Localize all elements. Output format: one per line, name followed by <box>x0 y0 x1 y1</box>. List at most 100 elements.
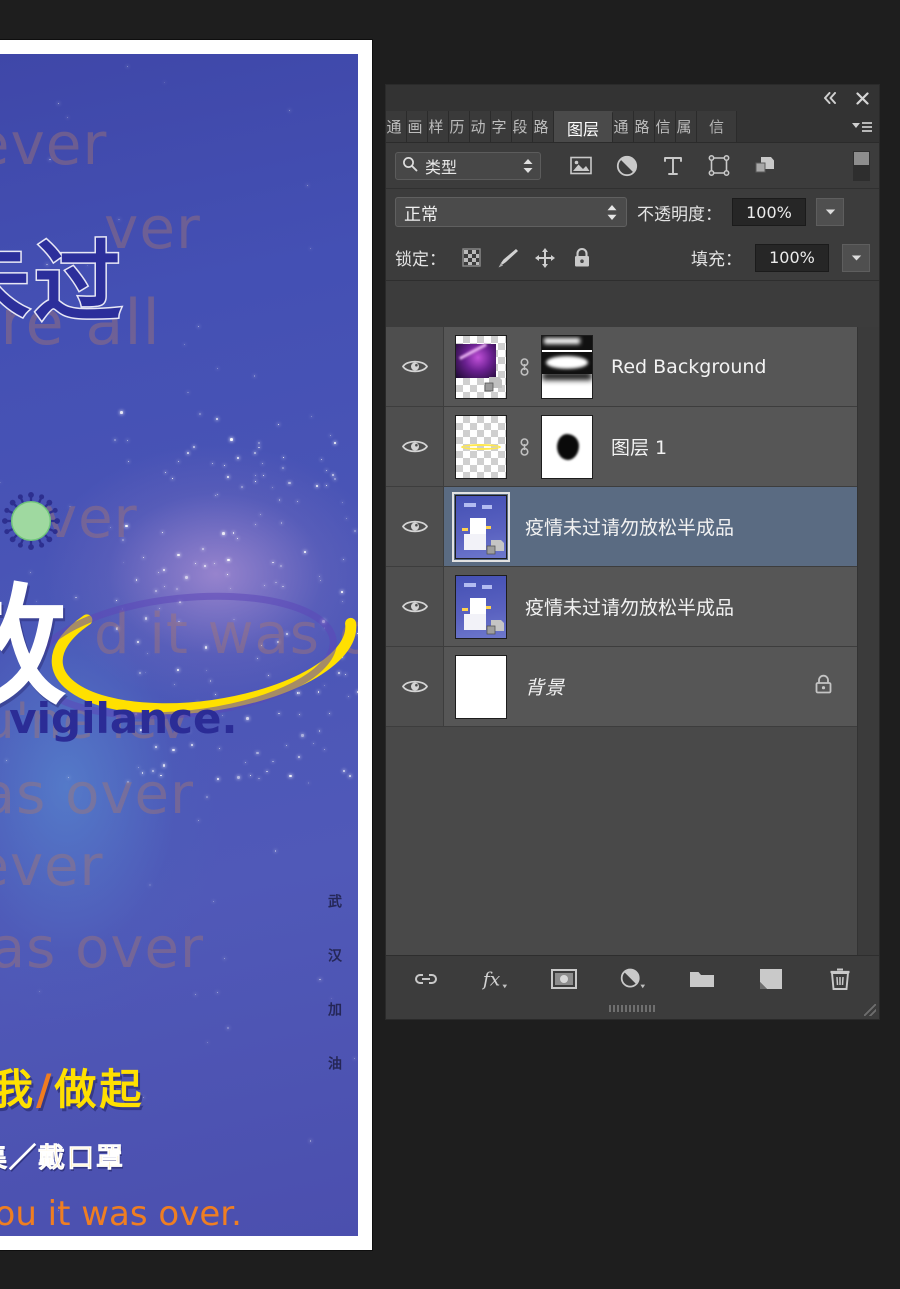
fill-dropdown-chevron-down-icon[interactable] <box>842 243 870 272</box>
layer-visibility-eye-icon[interactable] <box>386 647 444 726</box>
layer-style-fx-icon[interactable]: fx <box>482 966 508 992</box>
lock-label: 锁定： <box>395 250 446 270</box>
tab-truncated-10[interactable]: 信 <box>655 111 677 142</box>
poster-tagline-en: d you it was over. <box>0 1194 242 1234</box>
stepper-updown-icon[interactable] <box>522 158 534 174</box>
tab-truncated-9[interactable]: 路 <box>634 111 656 142</box>
layer-list-scrollbar[interactable] <box>857 327 879 955</box>
layer-name[interactable]: 疫情未过请勿放松半成品 <box>525 593 734 620</box>
layer-thumbnails <box>444 414 593 479</box>
panel-tabbar[interactable]: 通 画 样 历 动 字 段 路 图层 通 路 信 属 信 <box>386 111 879 143</box>
smart-object-filter-icon[interactable] <box>753 154 777 178</box>
layer-locked-padlock-icon <box>814 674 833 699</box>
add-layer-mask-icon[interactable] <box>550 966 577 992</box>
lock-all-padlock-icon[interactable] <box>570 246 594 270</box>
filter-enable-toggle[interactable] <box>853 150 870 181</box>
watermark-ver-3: d it was over <box>94 602 358 667</box>
layer-visibility-eye-icon[interactable] <box>386 407 444 486</box>
layer-visibility-eye-icon[interactable] <box>386 567 444 646</box>
layers-panel[interactable]: 通 画 样 历 动 字 段 路 图层 通 路 信 属 信 类型 正常 不透明度：… <box>385 84 880 1020</box>
layers-panel-bottom-toolbar: fx <box>386 955 879 1019</box>
search-icon <box>402 156 418 176</box>
table-row[interactable]: 背景 <box>386 647 879 727</box>
shape-layer-filter-icon[interactable] <box>707 154 731 178</box>
close-icon[interactable] <box>853 89 871 107</box>
layer-name[interactable]: Red Background <box>611 356 767 378</box>
layer-thumbnails <box>444 574 507 639</box>
adjustment-layer-filter-icon[interactable] <box>615 154 639 178</box>
tab-truncated-6[interactable]: 段 <box>512 111 533 142</box>
table-row[interactable]: Red Background <box>386 327 879 407</box>
layer-thumbnail[interactable] <box>455 654 507 719</box>
layer-mask-thumbnail[interactable] <box>541 334 593 399</box>
tab-label-3: 历 <box>449 118 465 136</box>
layer-thumbnail[interactable] <box>452 491 510 562</box>
layer-thumbnails <box>444 334 593 399</box>
lock-image-pixels-brush-icon[interactable] <box>496 246 520 270</box>
delete-layer-trash-icon[interactable] <box>827 966 853 992</box>
slogan-part-b: 做起 <box>54 1065 145 1114</box>
table-row[interactable]: 疫情未过请勿放松半成品 <box>386 487 879 567</box>
fill-label: 填充： <box>691 250 742 270</box>
poster-document-frame[interactable]: never ver u're all ver d it was over nu'… <box>0 40 372 1250</box>
type-layer-filter-icon[interactable] <box>661 154 685 178</box>
layer-mask-link-icon[interactable] <box>516 355 532 379</box>
link-layers-icon[interactable] <box>413 966 439 992</box>
layer-thumbnail[interactable] <box>455 414 507 479</box>
layer-name[interactable]: 图层 1 <box>611 433 667 460</box>
tab-truncated-11[interactable]: 属 <box>676 111 698 142</box>
tab-layers[interactable]: 图层 <box>554 111 614 142</box>
tab-truncated-0[interactable]: 通 <box>386 111 407 142</box>
watermark-was-over-2: was over <box>0 916 204 981</box>
tab-label-7: 路 <box>533 118 549 136</box>
tab-label-0: 通 <box>386 118 402 136</box>
layer-visibility-eye-icon[interactable] <box>386 487 444 566</box>
tab-label-8: 通 <box>613 118 629 136</box>
tab-truncated-4[interactable]: 动 <box>470 111 491 142</box>
tab-truncated-7[interactable]: 路 <box>533 111 554 142</box>
document-canvas-area[interactable]: never ver u're all ver d it was over nu'… <box>0 0 372 1289</box>
tab-truncated-5[interactable]: 字 <box>491 111 512 142</box>
poster-artwork: never ver u're all ver d it was over nu'… <box>0 54 358 1236</box>
table-row[interactable]: 图层 1 <box>386 407 879 487</box>
lock-transparent-pixels-icon[interactable] <box>459 246 483 270</box>
poster-subtitle-vigilance: ur vigilance. <box>0 694 238 743</box>
opacity-dropdown-chevron-down-icon[interactable] <box>816 198 844 226</box>
layer-visibility-eye-icon[interactable] <box>386 327 444 406</box>
poster-vertical-text: 武汉加油 <box>326 894 342 1110</box>
fill-input[interactable]: 100% <box>755 243 829 272</box>
tab-truncated-2[interactable]: 样 <box>428 111 449 142</box>
new-layer-icon[interactable] <box>758 966 784 992</box>
layer-thumbnail[interactable] <box>455 334 507 399</box>
blend-stepper-icon[interactable] <box>606 204 618 221</box>
tab-label-9: 路 <box>634 118 650 136</box>
layer-filter-kind-icons <box>569 154 777 178</box>
tab-label-11: 属 <box>676 118 692 136</box>
tab-truncated-1[interactable]: 画 <box>407 111 428 142</box>
layer-filter-type-select[interactable]: 类型 <box>395 151 541 180</box>
new-group-folder-icon[interactable] <box>689 966 715 992</box>
pixel-layer-filter-icon[interactable] <box>569 154 593 178</box>
layer-mask-thumbnail[interactable] <box>541 414 593 479</box>
panel-corner-resize-handle[interactable] <box>864 1004 876 1016</box>
tab-label-5: 字 <box>491 118 507 136</box>
tab-label-2: 样 <box>428 118 444 136</box>
poster-title-weiguo: 未过 <box>0 230 127 336</box>
layer-mask-link-icon[interactable] <box>516 435 532 459</box>
layer-list[interactable]: Red Background 图层 1 疫情未过请勿放松半成品 疫情未过请勿放松… <box>386 327 879 955</box>
opacity-input[interactable]: 100% <box>732 198 806 226</box>
table-row[interactable]: 疫情未过请勿放松半成品 <box>386 567 879 647</box>
layer-name[interactable]: 疫情未过请勿放松半成品 <box>525 513 734 540</box>
blend-mode-select[interactable]: 正常 <box>395 197 627 227</box>
tab-truncated-3[interactable]: 历 <box>449 111 470 142</box>
layer-thumbnail[interactable] <box>455 574 507 639</box>
panel-resize-grip[interactable] <box>608 1005 657 1012</box>
layer-name[interactable]: 背景 <box>525 673 565 700</box>
lock-position-move-icon[interactable] <box>533 246 557 270</box>
slogan-part-a: 从我 <box>0 1065 37 1114</box>
collapse-panel-icon[interactable] <box>821 89 839 107</box>
new-adjustment-layer-icon[interactable] <box>620 966 646 992</box>
tab-info[interactable]: 信 <box>697 111 738 142</box>
panel-menu-icon[interactable] <box>845 111 879 142</box>
tab-truncated-8[interactable]: 通 <box>613 111 635 142</box>
